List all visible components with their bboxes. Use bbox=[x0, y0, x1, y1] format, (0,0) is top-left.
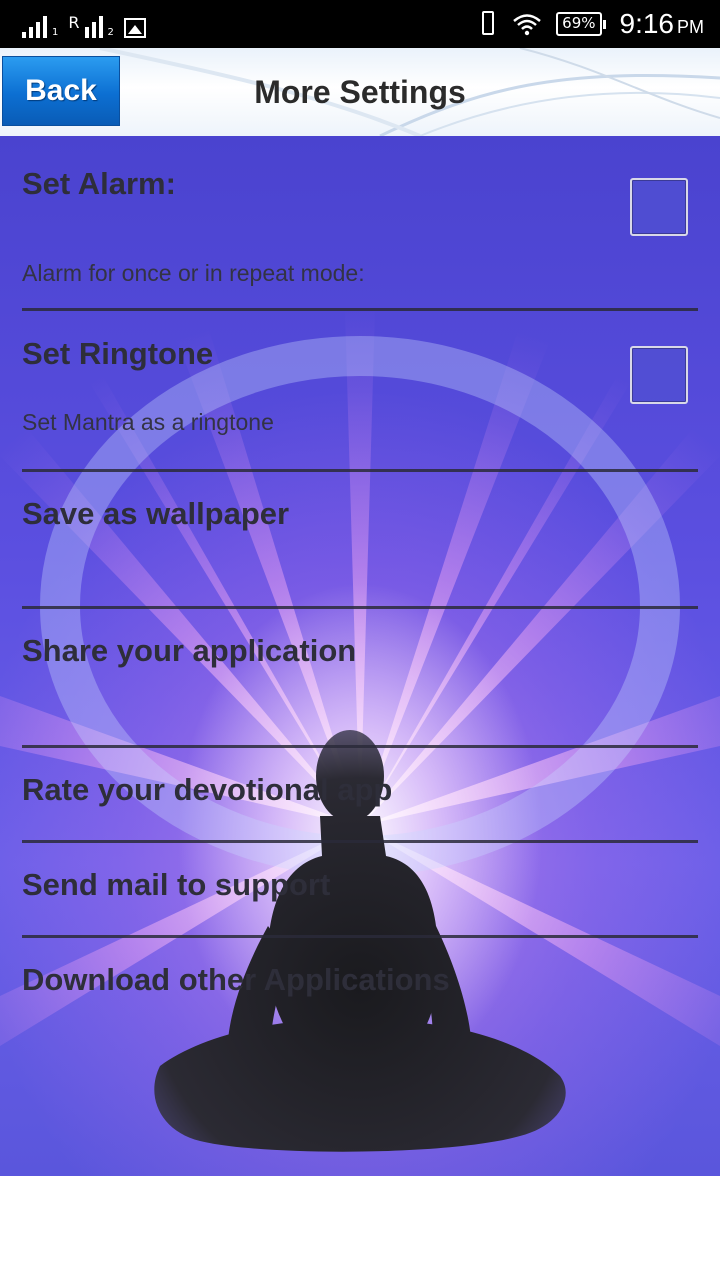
signal-roaming-icon: R 2 bbox=[68, 13, 114, 38]
sim2-label: 2 bbox=[107, 27, 114, 38]
download-title: Download other Applications bbox=[22, 962, 450, 997]
settings-content: Set Alarm: Alarm for once or in repeat m… bbox=[0, 136, 720, 1176]
clock-time: 9:16 bbox=[619, 8, 675, 39]
alarm-subtitle: Alarm for once or in repeat mode: bbox=[22, 260, 365, 286]
vibrate-icon bbox=[478, 11, 498, 37]
setting-item-rate[interactable]: Rate your devotional app bbox=[22, 748, 698, 840]
roaming-label: R bbox=[68, 13, 80, 32]
rate-title: Rate your devotional app bbox=[22, 772, 393, 807]
ringtone-subtitle: Set Mantra as a ringtone bbox=[22, 409, 274, 435]
setting-item-download[interactable]: Download other Applications bbox=[22, 938, 698, 1028]
clock-ampm: PM bbox=[677, 17, 704, 37]
ringtone-title: Set Ringtone bbox=[22, 336, 214, 371]
wallpaper-title: Save as wallpaper bbox=[22, 496, 290, 531]
battery-level: 69% bbox=[556, 12, 602, 36]
back-button[interactable]: Back bbox=[2, 56, 120, 126]
setting-item-wallpaper[interactable]: Save as wallpaper bbox=[22, 472, 698, 606]
status-bar: 1 R 2 69% 9:16 PM bbox=[0, 0, 720, 48]
sim1-label: 1 bbox=[52, 27, 59, 38]
share-title: Share your application bbox=[22, 633, 357, 668]
setting-item-alarm[interactable]: Set Alarm: Alarm for once or in repeat m… bbox=[22, 136, 698, 308]
clock: 9:16 PM bbox=[620, 8, 705, 40]
setting-item-mail[interactable]: Send mail to support bbox=[22, 843, 698, 935]
alarm-checkbox[interactable] bbox=[630, 178, 688, 236]
app-header: More Settings Back bbox=[0, 48, 720, 136]
setting-item-ringtone[interactable]: Set Ringtone Set Mantra as a ringtone bbox=[22, 311, 698, 469]
mail-title: Send mail to support bbox=[22, 867, 331, 902]
wifi-icon bbox=[513, 14, 541, 36]
setting-item-share[interactable]: Share your application bbox=[22, 609, 698, 745]
image-icon bbox=[123, 18, 146, 38]
alarm-title: Set Alarm: bbox=[22, 166, 176, 201]
battery-icon: 69% bbox=[556, 12, 606, 36]
signal-icon: 1 bbox=[22, 16, 58, 38]
ringtone-checkbox[interactable] bbox=[630, 346, 688, 404]
